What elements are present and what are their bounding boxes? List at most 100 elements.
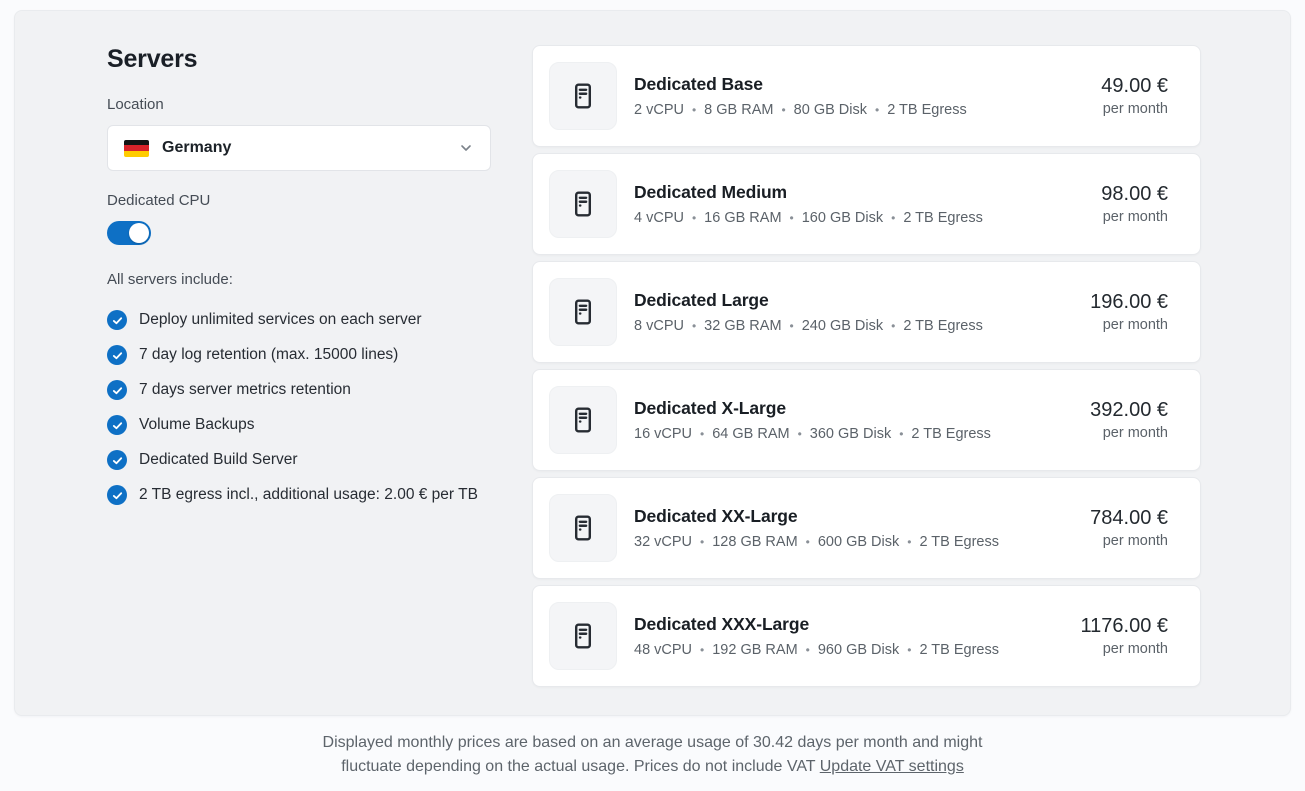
spec-separator: • [692,319,696,333]
server-name: Dedicated X-Large [634,398,991,419]
feature-text: Dedicated Build Server [139,448,298,472]
dedicated-cpu-label: Dedicated CPU [107,192,491,209]
spec-cpu: 4 vCPU [634,210,684,226]
price-amount: 98.00 € [1101,183,1168,206]
spec-separator: • [692,211,696,225]
chevron-down-icon [458,140,474,156]
feature-text: 7 days server metrics retention [139,378,351,402]
spec-egress: 2 TB Egress [919,642,999,658]
server-name: Dedicated Medium [634,182,983,203]
spec-egress: 2 TB Egress [887,102,967,118]
server-name: Dedicated XX-Large [634,506,999,527]
feature-text: 2 TB egress incl., additional usage: 2.0… [139,483,478,507]
server-icon [549,494,617,562]
spec-ram: 64 GB RAM [712,426,789,442]
spec-egress: 2 TB Egress [911,426,991,442]
dedicated-cpu-toggle[interactable] [107,221,151,245]
spec-separator: • [700,643,704,657]
servers-panel: Servers Location Germany Dedicated CPU A… [14,10,1291,716]
check-icon [107,345,127,365]
server-icon [549,278,617,346]
price-amount: 392.00 € [1090,399,1168,422]
price-period: per month [1090,317,1168,333]
pricing-disclaimer: Displayed monthly prices are based on an… [308,731,998,779]
spec-separator: • [907,643,911,657]
location-selected-value: Germany [162,139,231,157]
server-card-dedicated-medium[interactable]: Dedicated Medium 4 vCPU•16 GB RAM•160 GB… [532,153,1201,255]
server-specs: 8 vCPU • 32 GB RAM • 240 GB Disk • 2 TB Egress [634,318,983,334]
spec-ram: 192 GB RAM [712,642,797,658]
check-icon [107,310,127,330]
spec-separator: • [806,643,810,657]
spec-egress: 2 TB Egress [903,318,983,334]
price-box: 98.00 € per month [1101,183,1168,225]
spec-separator: • [790,211,794,225]
price-period: per month [1090,425,1168,441]
price-box: 196.00 € per month [1090,291,1168,333]
server-icon [549,170,617,238]
update-vat-settings-link[interactable]: Update VAT settings [820,758,964,775]
list-item: Volume Backups [107,413,491,437]
price-box: 392.00 € per month [1090,399,1168,441]
spec-ram: 8 GB RAM [704,102,773,118]
location-select[interactable]: Germany [107,125,491,171]
server-card-dedicated-base[interactable]: Dedicated Base 2 vCPU•8 GB RAM•80 GB Dis… [532,45,1201,147]
server-card-dedicated-x-large[interactable]: Dedicated X-Large 16 vCPU•64 GB RAM•360 … [532,369,1201,471]
price-box: 784.00 € per month [1090,507,1168,549]
server-card-dedicated-xx-large[interactable]: Dedicated XX-Large 32 vCPU•128 GB RAM•60… [532,477,1201,579]
spec-separator: • [790,319,794,333]
server-specs: 16 vCPU•64 GB RAM•360 GB Disk•2 TB Egres… [634,426,991,442]
spec-disk: 600 GB Disk [818,534,899,550]
spec-disk: 360 GB Disk [810,426,891,442]
spec-ram: 128 GB RAM [712,534,797,550]
spec-disk: 80 GB Disk [794,102,867,118]
server-specs: 2 vCPU•8 GB RAM•80 GB Disk•2 TB Egress [634,102,967,118]
spec-ram: 32 GB RAM [704,318,781,334]
spec-cpu: 8 vCPU [634,318,684,334]
price-amount: 49.00 € [1101,75,1168,98]
price-period: per month [1101,101,1168,117]
server-name: Dedicated Large [634,290,983,311]
spec-separator: • [875,103,879,117]
spec-separator: • [891,319,895,333]
price-amount: 784.00 € [1090,507,1168,530]
server-name: Dedicated XXX-Large [634,614,999,635]
server-card-dedicated-large[interactable]: Dedicated Large 8 vCPU • 32 GB RAM • 240 GB … [532,261,1201,363]
germany-flag-icon [124,140,149,157]
feature-text: Deploy unlimited services on each server [139,308,422,332]
spec-separator: • [907,535,911,549]
server-card-dedicated-xxx-large[interactable]: Dedicated XXX-Large 48 vCPU•192 GB RAM•9… [532,585,1201,687]
price-period: per month [1090,533,1168,549]
feature-text: 7 day log retention (max. 15000 lines) [139,343,398,367]
spec-disk: 240 GB Disk [802,318,883,334]
location-label: Location [107,96,491,113]
server-list: Dedicated Base 2 vCPU • 8 GB RAM • 80 GB Dis… [532,45,1201,715]
price-period: per month [1081,641,1169,657]
spec-separator: • [891,211,895,225]
spec-separator: • [700,535,704,549]
price-period: per month [1101,209,1168,225]
price-box: 1176.00 € per month [1081,615,1169,657]
spec-separator: • [899,427,903,441]
spec-cpu: 16 vCPU [634,426,692,442]
list-item: Dedicated Build Server [107,448,491,472]
check-icon [107,415,127,435]
filters-column: Servers Location Germany Dedicated CPU A… [107,45,491,715]
price-box: 49.00 € per month [1101,75,1168,117]
spec-egress: 2 TB Egress [919,534,999,550]
feature-text: Volume Backups [139,413,254,437]
check-icon [107,380,127,400]
server-specs: 32 vCPU•128 GB RAM•600 GB Disk•2 TB Egre… [634,534,999,550]
server-name: Dedicated Base [634,74,967,95]
spec-ram: 16 GB RAM [704,210,781,226]
spec-cpu: 2 vCPU [634,102,684,118]
list-item: 7 day log retention (max. 15000 lines) [107,343,491,367]
spec-disk: 960 GB Disk [818,642,899,658]
server-specs: 48 vCPU•192 GB RAM•960 GB Disk•2 TB Egre… [634,642,999,658]
server-icon [549,602,617,670]
price-amount: 1176.00 € [1081,615,1169,638]
spec-separator: • [806,535,810,549]
list-item: 2 TB egress incl., additional usage: 2.0… [107,483,491,507]
server-specs: 4 vCPU•16 GB RAM•160 GB Disk•2 TB Egress [634,210,983,226]
server-icon [549,386,617,454]
